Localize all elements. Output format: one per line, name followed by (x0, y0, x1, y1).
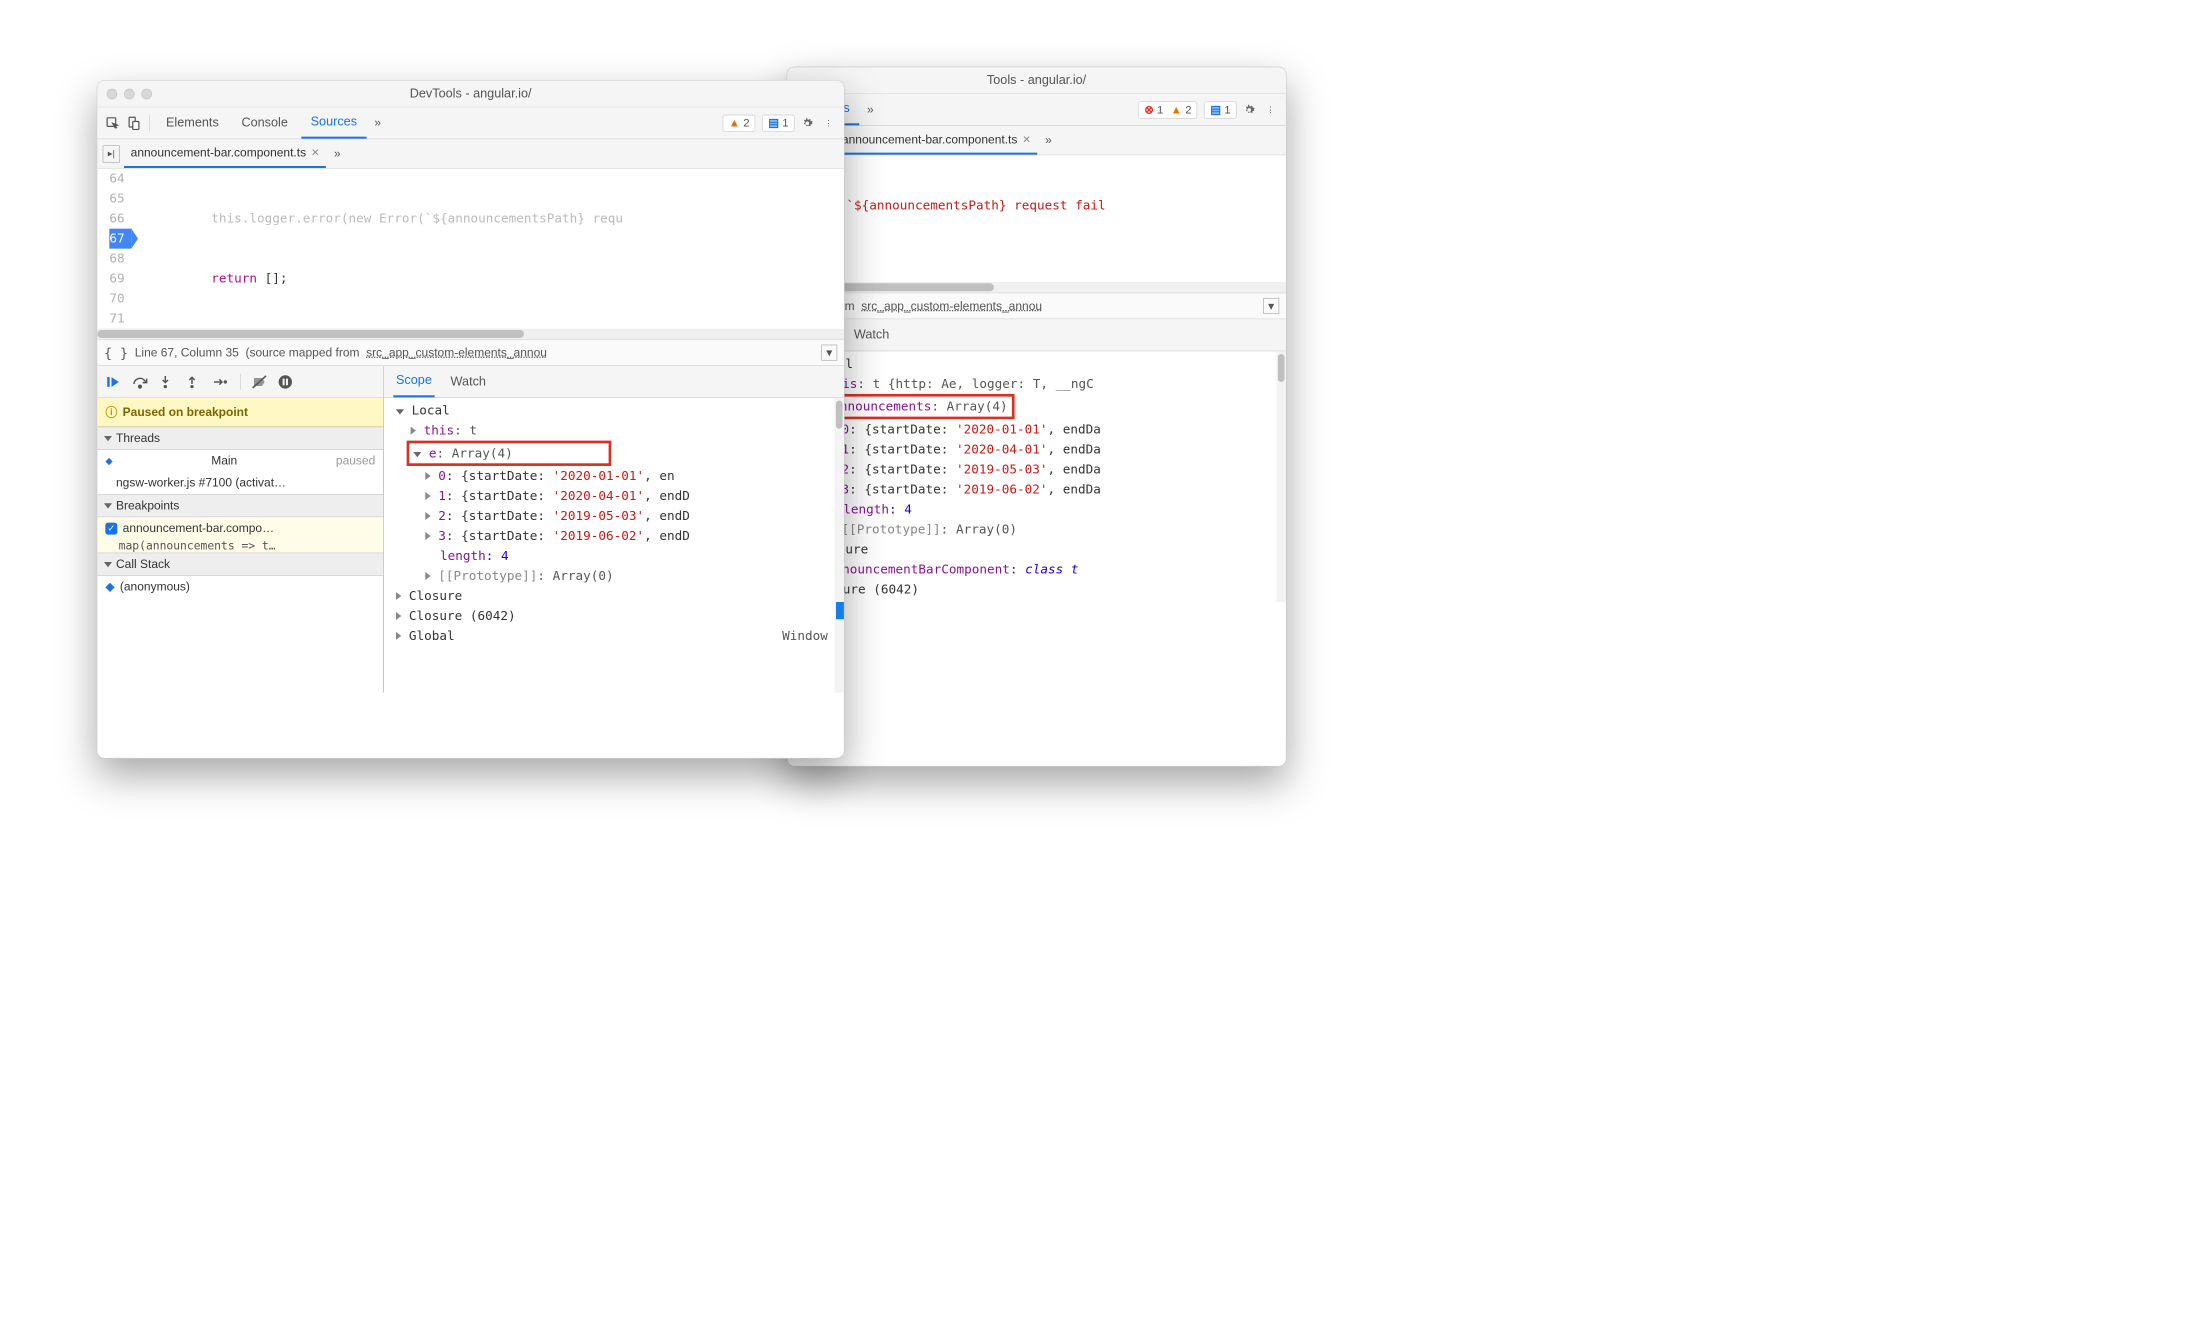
dropdown-icon[interactable]: ▾ (821, 345, 837, 361)
minimize-dot[interactable] (124, 88, 135, 99)
titlebar: Tools - angular.io/ (787, 67, 1286, 94)
paused-banner: ⓘPaused on breakpoint (97, 398, 383, 427)
scope-watch-tabs: Scope Watch (384, 366, 844, 398)
v-scrollbar[interactable] (835, 398, 844, 693)
debug-toolbar (97, 366, 383, 398)
titlebar: DevTools - angular.io/ (97, 81, 844, 108)
more-icon[interactable]: ⋮ (1262, 101, 1279, 118)
zoom-dot[interactable] (141, 88, 152, 99)
file-tab-component[interactable]: announcement-bar.component.ts× (124, 139, 326, 168)
v-scrollbar[interactable] (1277, 351, 1286, 602)
step-icon[interactable] (212, 374, 229, 389)
comparison-arrow-icon (836, 587, 845, 634)
tabs-overflow-icon[interactable]: » (330, 147, 345, 161)
active-line: 67 (109, 229, 131, 249)
close-icon[interactable]: × (311, 145, 319, 160)
tab-scope[interactable]: Scope (393, 366, 434, 397)
gear-icon[interactable] (799, 114, 816, 131)
tab-sources[interactable]: Sources (301, 107, 366, 138)
step-into-icon[interactable] (159, 374, 176, 389)
callstack-header[interactable]: Call Stack (97, 553, 383, 576)
source-map-link[interactable]: src_app_custom-elements_annou (366, 346, 547, 360)
message-badge[interactable]: ▤1 (1204, 101, 1236, 118)
deactivate-breakpoints-icon[interactable] (251, 374, 268, 389)
threads-header[interactable]: Threads (97, 427, 383, 450)
main-tabbar: Sources » ⊗1▲2 ▤1 ⋮ (787, 94, 1286, 126)
tabs-overflow-icon[interactable]: » (1041, 133, 1056, 147)
cursor-position: Line 67, Column 35 (135, 346, 239, 360)
window-title: DevTools - angular.io/ (410, 86, 532, 101)
warning-badge[interactable]: ▲2 (723, 114, 756, 131)
step-over-icon[interactable] (132, 374, 149, 389)
status-bar: apped from src_app_custom-elements_annou… (787, 293, 1286, 320)
breakpoint-code: map(announcements => t… (97, 539, 383, 552)
devtools-window-left: DevTools - angular.io/ Elements Console … (97, 80, 845, 759)
scope-panel[interactable]: Local this: t e: Array(4) 0: {startDate:… (384, 398, 844, 693)
line-gutter[interactable]: 64 65 66 67 68 69 70 71 (97, 169, 131, 329)
debug-area: ⓘPaused on breakpoint Threads Mainpaused… (97, 366, 844, 693)
tabs-overflow-icon[interactable]: » (370, 116, 385, 130)
dropdown-icon[interactable]: ▾ (1263, 298, 1279, 314)
format-icon[interactable]: { } (104, 345, 128, 361)
code-editor[interactable]: 64 65 66 67 68 69 70 71 this.logger.erro… (97, 169, 844, 329)
step-out-icon[interactable] (185, 374, 202, 389)
code-editor[interactable]: Error(`${announcementsPath} request fail… (787, 155, 1286, 282)
more-icon[interactable]: ⋮ (820, 114, 837, 131)
badge-group: ⊗1▲2 ▤1 (1138, 101, 1236, 118)
file-tabs: ▸| announcement-bar.component.ts× » (97, 139, 844, 168)
scope-panel[interactable]: Local this: t {http: Ae, logger: T, __ng… (787, 351, 1286, 602)
title-fragment: Tools - angular.io/ (987, 73, 1086, 88)
tab-watch[interactable]: Watch (851, 319, 892, 350)
close-icon[interactable]: × (1023, 132, 1031, 147)
tab-elements[interactable]: Elements (157, 107, 228, 138)
scope-watch-tabs: Scope Watch (787, 319, 1286, 351)
tab-console[interactable]: Console (232, 107, 297, 138)
checkbox-icon[interactable]: ✓ (105, 522, 117, 534)
message-badge[interactable]: ▤1 (762, 114, 794, 131)
h-scrollbar[interactable] (97, 329, 844, 340)
tabs-overflow-icon[interactable]: » (863, 103, 878, 117)
pause-on-exceptions-icon[interactable] (278, 374, 295, 389)
main-tabbar: Elements Console Sources » ▲2 ▤1 ⋮ (97, 107, 844, 139)
callstack-frame[interactable]: ◆(anonymous) (97, 576, 383, 598)
highlighted-variable: e: Array(4) (407, 441, 611, 466)
close-dot[interactable] (107, 88, 118, 99)
file-tabs: d8.js announcement-bar.component.ts× » (787, 126, 1286, 155)
status-bar: { } Line 67, Column 35 (source mapped fr… (97, 339, 844, 366)
show-navigator-icon[interactable]: ▸| (103, 145, 120, 162)
gear-icon[interactable] (1241, 101, 1258, 118)
error-badge[interactable]: ⊗1▲2 (1138, 101, 1197, 118)
source-map-link[interactable]: src_app_custom-elements_annou (861, 299, 1042, 313)
inspect-icon[interactable] (104, 114, 121, 131)
thread-main[interactable]: Mainpaused (97, 450, 383, 472)
resume-icon[interactable] (105, 374, 122, 389)
device-icon[interactable] (125, 114, 142, 131)
traffic-lights (107, 88, 152, 99)
tab-watch[interactable]: Watch (448, 366, 489, 397)
file-tab-component[interactable]: announcement-bar.component.ts× (835, 126, 1037, 155)
h-scrollbar[interactable] (787, 282, 1286, 293)
thread-worker[interactable]: ngsw-worker.js #7100 (activat… (97, 472, 383, 494)
breakpoint-item[interactable]: ✓announcement-bar.compo… (97, 517, 383, 539)
breakpoints-header[interactable]: Breakpoints (97, 494, 383, 517)
devtools-window-right: Tools - angular.io/ Sources » ⊗1▲2 ▤1 ⋮ … (787, 67, 1287, 767)
